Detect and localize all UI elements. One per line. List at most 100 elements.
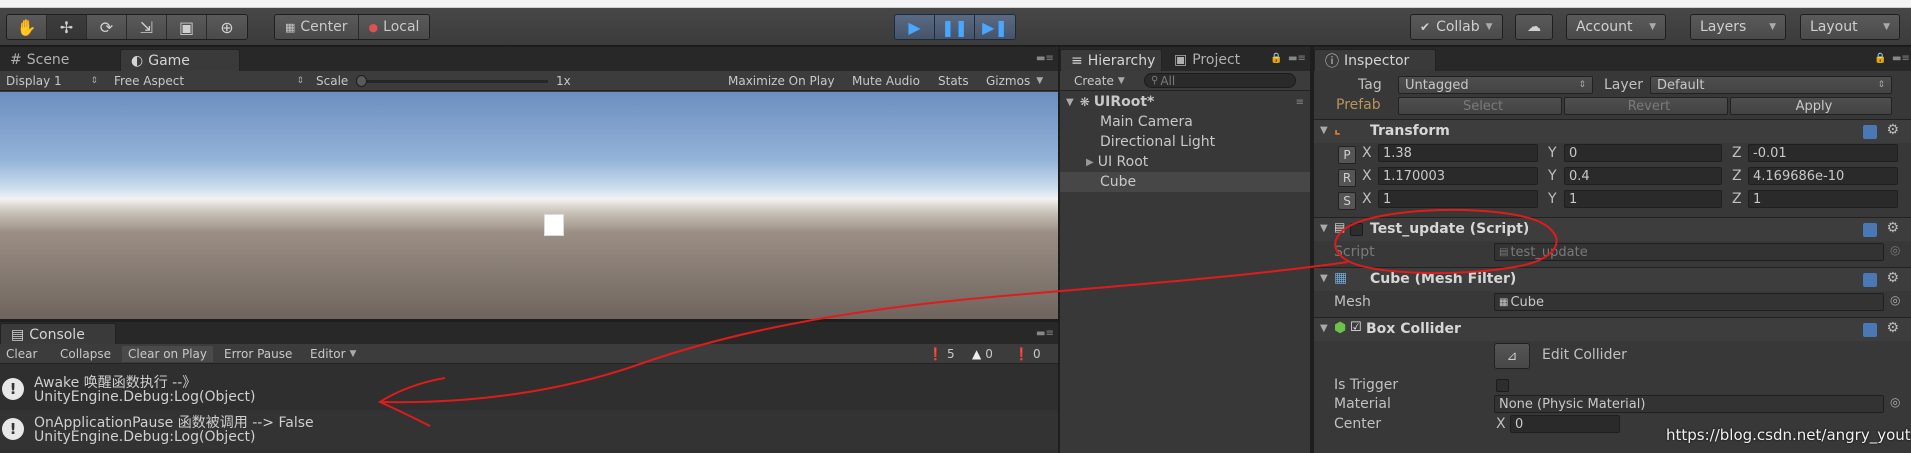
object-picker-icon[interactable]: ◎ <box>1890 293 1900 307</box>
material-label: Material <box>1334 396 1391 412</box>
position-x-field[interactable]: 1.38 <box>1378 144 1538 162</box>
panel-menu-icon[interactable]: ▬≡ <box>1036 328 1054 339</box>
transform-header[interactable]: ▼ ⌞ Transform ⚙ <box>1314 119 1911 143</box>
editor-dropdown[interactable]: Editor ▼ <box>310 346 356 362</box>
position-z-field[interactable]: -0.01 <box>1748 144 1898 162</box>
layers-dropdown[interactable]: Layers ▼ <box>1690 14 1786 40</box>
panel-menu-icon[interactable]: ▬≡ <box>1036 53 1054 64</box>
display-dropdown[interactable]: Display 1 ⇕ <box>6 73 98 89</box>
help-book-icon[interactable] <box>1863 273 1877 287</box>
maximize-on-play-toggle[interactable]: Maximize On Play <box>728 73 835 89</box>
edit-collider-button[interactable]: ⊿ <box>1494 343 1530 369</box>
script-enabled-checkbox[interactable] <box>1350 223 1363 236</box>
lock-icon[interactable]: 🔒 <box>1874 53 1886 64</box>
chevron-updown-icon: ⇕ <box>1578 80 1586 90</box>
move-tool-icon[interactable]: ✢ <box>47 15 87 39</box>
gear-icon[interactable]: ⚙ <box>1886 270 1899 286</box>
info-count-toggle[interactable]: ❗ 5 <box>928 346 955 362</box>
space-local-button[interactable]: ● Local <box>358 15 430 39</box>
panel-menu-icon[interactable]: ▬≡ <box>1892 53 1910 64</box>
material-field[interactable]: None (Physic Material) <box>1494 395 1884 413</box>
center-x-field[interactable]: 0 <box>1510 415 1620 433</box>
rotate-tool-icon[interactable]: ⟳ <box>87 15 127 39</box>
aspect-dropdown[interactable]: Free Aspect ⇕ <box>114 73 304 89</box>
script-component-header[interactable]: ▼ ▤ Test_update (Script) ⚙ <box>1314 217 1911 241</box>
tag-dropdown[interactable]: Untagged ⇕ <box>1398 76 1593 94</box>
position-y-field[interactable]: 0 <box>1564 144 1722 162</box>
create-dropdown[interactable]: Create ▼ <box>1074 73 1125 89</box>
is-trigger-checkbox[interactable] <box>1496 379 1509 392</box>
scale-z-field[interactable]: 1 <box>1748 190 1898 208</box>
error-count-toggle[interactable]: ❗ 0 <box>1014 346 1041 362</box>
scale-tool-icon[interactable]: ⇲ <box>127 15 167 39</box>
tab-scene[interactable]: # Scene <box>0 49 79 71</box>
gear-icon[interactable]: ⚙ <box>1886 320 1899 336</box>
box-collider-header[interactable]: ▼ ⬢ ☑ Box Collider ⚙ <box>1314 317 1911 341</box>
pause-button[interactable]: ❚❚ <box>935 15 975 39</box>
hierarchy-item[interactable]: Directional Light <box>1060 132 1310 152</box>
collider-enabled-checkbox[interactable]: ☑ <box>1350 320 1362 335</box>
scale-reset-button[interactable]: S <box>1338 192 1356 210</box>
scale-slider[interactable] <box>356 73 548 89</box>
object-picker-icon[interactable]: ◎ <box>1890 395 1900 409</box>
hierarchy-item[interactable]: Main Camera <box>1060 112 1310 132</box>
tab-inspector[interactable]: ⓘ Inspector <box>1314 49 1436 71</box>
tab-console[interactable]: ▤ Console <box>0 323 116 345</box>
scene-menu-icon[interactable]: ≡ <box>1296 97 1304 108</box>
rotation-z-field[interactable]: 4.169686e-10 <box>1748 167 1898 185</box>
help-book-icon[interactable] <box>1863 223 1877 237</box>
chevron-down-icon: ▼ <box>1485 22 1493 32</box>
expand-arrow-icon[interactable]: ▶ <box>1086 157 1094 168</box>
help-book-icon[interactable] <box>1863 125 1877 139</box>
hand-tool-icon[interactable]: ✋ <box>7 15 47 39</box>
tab-game[interactable]: ◐ Game <box>120 49 240 71</box>
script-field[interactable]: ▤ test_update <box>1494 243 1884 261</box>
mesh-field[interactable]: ▦ Cube <box>1494 293 1884 311</box>
layer-dropdown[interactable]: Default ⇕ <box>1650 76 1892 94</box>
error-pause-toggle[interactable]: Error Pause <box>224 346 292 362</box>
gear-icon[interactable]: ⚙ <box>1886 220 1899 236</box>
stats-toggle[interactable]: Stats <box>938 73 969 89</box>
position-reset-button[interactable]: P <box>1338 146 1356 164</box>
account-dropdown[interactable]: Account ▼ <box>1566 14 1666 40</box>
log-entry[interactable]: ! OnApplicationPause 函数被调用 --> False Uni… <box>0 410 1058 450</box>
cloud-button[interactable]: ☁ <box>1515 14 1553 40</box>
play-button[interactable]: ▶ <box>895 15 935 39</box>
transform-tool-icon[interactable]: ⊕ <box>207 15 247 39</box>
hierarchy-item[interactable]: ▶ UI Root <box>1060 152 1310 172</box>
layout-dropdown[interactable]: Layout ▼ <box>1800 14 1900 40</box>
clear-button[interactable]: Clear <box>6 346 37 362</box>
step-button[interactable]: ▶❚ <box>975 15 1015 39</box>
mesh-filter-header[interactable]: ▼ ▦ Cube (Mesh Filter) ⚙ <box>1314 267 1911 291</box>
rotation-x-field[interactable]: 1.170003 <box>1378 167 1538 185</box>
prefab-apply-button[interactable]: Apply <box>1730 97 1892 115</box>
rotation-y-field[interactable]: 0.4 <box>1564 167 1722 185</box>
slider-thumb[interactable] <box>356 75 367 87</box>
prefab-revert-button[interactable]: Revert <box>1564 97 1728 115</box>
scene-root-row[interactable]: ▼ ❋ UIRoot* ≡ <box>1060 92 1310 112</box>
hierarchy-search-input[interactable]: ⚲ All <box>1144 73 1296 88</box>
mute-audio-toggle[interactable]: Mute Audio <box>852 73 920 89</box>
gizmos-dropdown[interactable]: Gizmos ▼ <box>986 73 1043 89</box>
prefab-select-button[interactable]: Select <box>1398 97 1562 115</box>
rect-tool-icon[interactable]: ▣ <box>167 15 207 39</box>
warning-count-toggle[interactable]: ▲ 0 <box>972 346 993 362</box>
panel-menu-icon[interactable]: ▬≡ <box>1288 53 1306 64</box>
scale-y-field[interactable]: 1 <box>1564 190 1722 208</box>
error-icon: ❗ <box>1014 347 1029 361</box>
gear-icon[interactable]: ⚙ <box>1886 122 1899 138</box>
collapse-toggle[interactable]: Collapse <box>60 346 111 362</box>
collab-button[interactable]: ✔ Collab ▼ <box>1410 14 1503 40</box>
log-entry[interactable]: ! Awake 唤醒函数执行 --》 UnityEngine.Debug:Log… <box>0 370 1058 410</box>
hierarchy-item-selected[interactable]: Cube <box>1060 172 1310 192</box>
rotation-reset-button[interactable]: R <box>1338 169 1356 187</box>
tab-hierarchy[interactable]: ≡ Hierarchy <box>1060 49 1162 71</box>
help-book-icon[interactable] <box>1863 323 1877 337</box>
tab-project[interactable]: ▣ Project <box>1164 49 1250 71</box>
pivot-center-button[interactable]: ▦ Center <box>275 15 359 39</box>
lock-icon[interactable]: 🔒 <box>1270 53 1282 64</box>
clear-on-play-toggle[interactable]: Clear on Play <box>122 346 213 362</box>
game-viewport[interactable] <box>0 92 1058 319</box>
scale-x-field[interactable]: 1 <box>1378 190 1538 208</box>
object-picker-icon[interactable]: ◎ <box>1890 243 1900 257</box>
